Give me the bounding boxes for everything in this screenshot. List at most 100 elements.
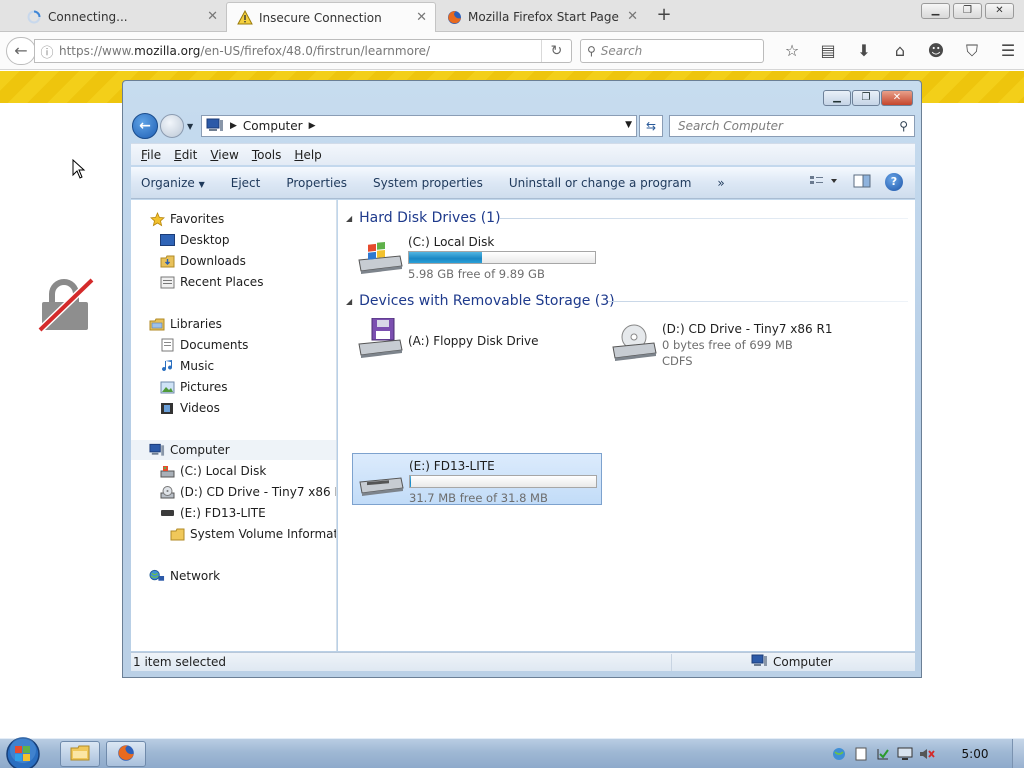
nav-toolbar: ← ⓘ https://www.mozilla.org/en-US/firefo… xyxy=(0,32,1024,70)
uninstall-program-button[interactable]: Uninstall or change a program xyxy=(509,176,692,190)
group-divider xyxy=(608,301,908,302)
drive-e-removable[interactable]: (E:) FD13-LITE 31.7 MB free of 31.8 MB xyxy=(352,453,602,505)
new-tab-button[interactable]: + xyxy=(654,4,674,26)
group-hard-disk-drives[interactable]: ◢ Hard Disk Drives (1) xyxy=(346,208,501,228)
volume-muted-icon[interactable] xyxy=(916,745,938,763)
menu-view[interactable]: View xyxy=(210,148,238,162)
drive-d-cd[interactable]: (D:) CD Drive - Tiny7 x86 R1 0 bytes fre… xyxy=(606,317,856,369)
reload-icon[interactable]: ↻ xyxy=(541,40,571,62)
explorer-window: ▁ ❐ ✕ ← ▼ ▶ Computer ▶ ▼ ⇆ Search Comput… xyxy=(122,80,922,678)
content-pane: ◢ Hard Disk Drives (1) (C:) Local Disk 5… xyxy=(338,200,915,651)
pocket-icon[interactable]: ⛉ xyxy=(954,40,990,62)
action-center-icon[interactable] xyxy=(872,745,894,763)
help-icon[interactable]: ? xyxy=(885,173,903,191)
browser-window-controls: ▁ ❐ ✕ xyxy=(921,3,1014,19)
back-arrow-icon[interactable]: ← xyxy=(132,113,158,139)
tab-close-icon[interactable]: ✕ xyxy=(627,9,638,24)
collapse-triangle-icon[interactable]: ◢ xyxy=(346,214,352,223)
menu-tools[interactable]: Tools xyxy=(252,148,282,162)
taskbar-firefox-button[interactable] xyxy=(106,741,146,767)
tab-connecting[interactable]: Connecting... ✕ xyxy=(16,2,226,32)
tab-close-icon[interactable]: ✕ xyxy=(416,10,427,25)
music-note-icon xyxy=(159,359,175,373)
toolbar-icons: ☆ ▤ ⬇ ⌂ ☻ ⛉ ☰ xyxy=(774,40,1024,62)
recent-pages-icon[interactable]: ▼ xyxy=(187,122,193,131)
minimize-button[interactable]: ▁ xyxy=(921,3,950,19)
command-bar: Organize ▼ Eject Properties System prope… xyxy=(131,167,915,199)
url-bar[interactable]: ⓘ https://www.mozilla.org/en-US/firefox/… xyxy=(34,39,572,63)
back-button[interactable]: ← xyxy=(6,37,36,65)
download-icon[interactable]: ⬇ xyxy=(846,40,882,62)
drive-a-floppy[interactable]: (A:) Floppy Disk Drive xyxy=(352,317,602,448)
nav-system-volume-information[interactable]: System Volume Information xyxy=(169,524,336,544)
home-icon[interactable]: ⌂ xyxy=(882,40,918,62)
restore-button[interactable]: ❐ xyxy=(953,3,982,19)
menu-edit[interactable]: Edit xyxy=(174,148,197,162)
menu-file[interactable]: File xyxy=(141,148,161,162)
search-input[interactable]: Search Computer ⚲ xyxy=(669,115,915,137)
network-status-icon[interactable] xyxy=(828,745,850,763)
site-info-icon[interactable]: ⓘ xyxy=(35,42,59,61)
show-desktop-button[interactable] xyxy=(1012,739,1024,768)
reading-list-icon[interactable]: ▤ xyxy=(810,40,846,62)
address-bar[interactable]: ▶ Computer ▶ ▼ xyxy=(201,115,637,137)
nav-local-disk-c[interactable]: (C:) Local Disk xyxy=(159,461,266,481)
preview-pane-icon[interactable] xyxy=(853,174,871,191)
breadcrumb[interactable]: Computer xyxy=(243,119,303,133)
nav-videos[interactable]: Videos xyxy=(159,398,220,418)
computer-icon xyxy=(751,654,768,670)
tab-close-icon[interactable]: ✕ xyxy=(207,9,218,24)
tab-label: Insecure Connection xyxy=(259,10,382,25)
system-properties-button[interactable]: System properties xyxy=(373,176,483,190)
removable-drive-icon xyxy=(357,460,405,500)
nav-computer[interactable]: Computer xyxy=(131,440,336,460)
close-button[interactable]: ✕ xyxy=(881,90,913,106)
nav-removable-e[interactable]: (E:) FD13-LITE xyxy=(159,503,266,523)
organize-button[interactable]: Organize ▼ xyxy=(141,176,205,190)
nav-cd-drive-d[interactable]: (D:) CD Drive - Tiny7 x86 R1 xyxy=(159,482,336,502)
nav-pictures[interactable]: Pictures xyxy=(159,377,228,397)
bookmark-star-icon[interactable]: ☆ xyxy=(774,40,810,62)
start-button[interactable] xyxy=(2,735,44,768)
search-input[interactable]: ⚲ Search xyxy=(580,39,764,63)
collapse-triangle-icon[interactable]: ◢ xyxy=(346,297,352,306)
more-commands-button[interactable]: » xyxy=(717,176,724,190)
menu-icon[interactable]: ☰ xyxy=(990,40,1024,62)
breadcrumb-chevron-icon[interactable]: ▶ xyxy=(230,121,237,131)
clock[interactable]: 5:00 xyxy=(938,747,1012,761)
nav-music[interactable]: Music xyxy=(159,356,214,376)
nav-recent-places[interactable]: Recent Places xyxy=(159,272,263,292)
properties-button[interactable]: Properties xyxy=(286,176,347,190)
search-icon[interactable]: ⚲ xyxy=(899,119,908,133)
selection-count: 1 item selected xyxy=(133,655,227,669)
nav-downloads[interactable]: Downloads xyxy=(159,251,246,271)
change-view-icon[interactable] xyxy=(809,174,839,191)
breadcrumb-chevron-icon[interactable]: ▶ xyxy=(309,121,316,131)
close-button[interactable]: ✕ xyxy=(985,3,1014,19)
nav-favorites[interactable]: Favorites xyxy=(149,209,224,229)
status-location: Computer xyxy=(751,654,833,670)
nav-libraries[interactable]: Libraries xyxy=(149,314,222,334)
display-icon[interactable] xyxy=(894,745,916,763)
refresh-icon[interactable]: ⇆ xyxy=(639,115,663,137)
hello-chat-icon[interactable]: ☻ xyxy=(918,40,954,62)
forward-arrow-icon[interactable] xyxy=(160,114,184,138)
restore-button[interactable]: ❐ xyxy=(852,90,880,106)
tab-firefox-start-page[interactable]: Mozilla Firefox Start Page ✕ xyxy=(436,2,646,32)
drive-c-local-disk[interactable]: (C:) Local Disk 5.98 GB free of 9.89 GB xyxy=(352,230,602,282)
menu-help[interactable]: Help xyxy=(294,148,321,162)
minimize-button[interactable]: ▁ xyxy=(823,90,851,106)
removable-drive-icon xyxy=(159,506,175,520)
nav-desktop[interactable]: Desktop xyxy=(159,230,230,250)
tab-insecure-connection[interactable]: Insecure Connection ✕ xyxy=(226,2,436,32)
nav-documents[interactable]: Documents xyxy=(159,335,248,355)
taskbar-explorer-button[interactable] xyxy=(60,741,100,767)
url-text: https://www.mozilla.org/en-US/firefox/48… xyxy=(59,44,431,58)
group-removable-storage[interactable]: ◢ Devices with Removable Storage (3) xyxy=(346,291,615,311)
notes-icon[interactable] xyxy=(850,745,872,763)
capacity-bar xyxy=(408,251,596,264)
taskbar: 5:00 xyxy=(0,735,1024,768)
nav-network[interactable]: Network xyxy=(149,566,220,586)
eject-button[interactable]: Eject xyxy=(231,176,261,190)
chevron-down-icon[interactable]: ▼ xyxy=(625,120,632,130)
